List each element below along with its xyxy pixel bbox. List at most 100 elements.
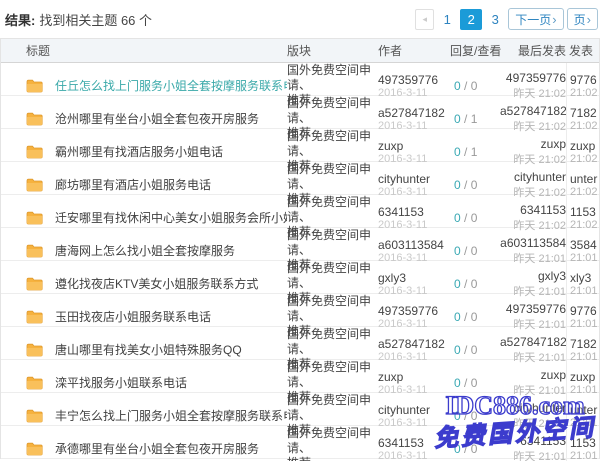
last-post-time-link[interactable]: 昨天 21:01: [500, 415, 566, 431]
header-replies-views: 回复/查看: [450, 42, 500, 59]
last-post-time-link[interactable]: 昨天 21:01: [500, 448, 566, 461]
replies-views-cell: 0 / 1: [450, 112, 500, 126]
author-link[interactable]: zuxp: [378, 139, 450, 153]
last-post-time-link[interactable]: 昨天 21:02: [500, 151, 566, 167]
title-cell: 遵化找夜店KTV美女小姐服务联系方式: [1, 275, 287, 292]
thread-title-link[interactable]: 沧州哪里有坐台小姐全套包夜开房服务: [55, 110, 259, 127]
thread-title-link[interactable]: 霸州哪里有找酒店服务小姐电话: [55, 143, 223, 160]
last-post-author-link[interactable]: a603113584: [500, 236, 566, 250]
header-last-post-clipped: 发表: [566, 42, 599, 59]
table-row: 唐海网上怎么找小姐全套按摩服务 国外免费空间申请、 推荐 a603113584 …: [1, 228, 599, 261]
replies-views-separator: /: [461, 376, 471, 390]
view-count: 0: [471, 178, 478, 192]
reply-count: 0: [454, 409, 461, 423]
author-link[interactable]: a527847182: [378, 337, 450, 351]
thread-title-link[interactable]: 遵化找夜店KTV美女小姐服务联系方式: [55, 275, 258, 292]
author-cell: a603113584 2016-3-11: [378, 238, 450, 264]
last-post-author-link[interactable]: zuxp: [500, 137, 566, 151]
author-link[interactable]: gxly3: [378, 271, 450, 285]
view-count: 1: [471, 112, 478, 126]
replies-views-cell: 0 / 0: [450, 343, 500, 357]
pagination-page-2-active[interactable]: 2: [460, 9, 482, 30]
title-cell: 霸州哪里有找酒店服务小姐电话: [1, 143, 287, 160]
pagination-last-button-clipped[interactable]: 页›: [567, 8, 598, 30]
chevron-right-icon: ›: [552, 12, 556, 27]
last-post-time-link[interactable]: 昨天 21:02: [500, 184, 566, 200]
last-post-author-link[interactable]: 6341153: [500, 434, 566, 448]
clipped-duplicate-cell: 1153 21:01: [566, 426, 599, 461]
last-post-author-link[interactable]: zuxp: [500, 368, 566, 382]
thread-title-link[interactable]: 滦平找服务小姐联系电话: [55, 374, 187, 391]
results-summary-label: 结果:: [5, 13, 35, 28]
title-cell: 沧州哪里有坐台小姐全套包夜开房服务: [1, 110, 287, 127]
replies-views-separator: /: [461, 277, 471, 291]
table-row: 唐山哪里有找美女小姐特殊服务QQ 国外免费空间申请、 推荐 a527847182…: [1, 327, 599, 360]
folder-icon: [26, 409, 43, 423]
author-link[interactable]: cityhunter: [378, 403, 450, 417]
pagination-prev-button[interactable]: ◂: [415, 9, 434, 30]
last-post-time-link[interactable]: 昨天 21:01: [500, 316, 566, 332]
replies-views-separator: /: [461, 178, 471, 192]
post-date: 2016-3-11: [378, 417, 450, 429]
author-link[interactable]: zuxp: [378, 370, 450, 384]
last-post-time-link[interactable]: 昨天 21:02: [500, 217, 566, 233]
forum-link[interactable]: 国外免费空间申请、 推荐: [287, 426, 378, 461]
folder-icon: [26, 178, 43, 192]
post-date: 2016-3-11: [378, 186, 450, 198]
last-post-author-link[interactable]: cityhunter: [500, 170, 566, 184]
last-post-time-link[interactable]: 昨天 21:01: [500, 250, 566, 266]
last-post-cell: a603113584 昨天 21:01: [500, 236, 566, 266]
last-post-author-link[interactable]: gxly3: [500, 269, 566, 283]
replies-views-cell: 0 / 0: [450, 310, 500, 324]
author-link[interactable]: a603113584: [378, 238, 450, 252]
header-last-post: 最后发表: [500, 42, 566, 59]
reply-count: 0: [454, 244, 461, 258]
results-summary-text: 找到相关主题 66 个: [39, 13, 152, 28]
thread-title-link[interactable]: 迁安哪里有找休闲中心美女小姐服务会所小妹联系方式: [55, 209, 287, 226]
thread-title-link[interactable]: 任丘怎么找上门服务小姐全套按摩服务联系电话: [55, 77, 287, 94]
post-date: 2016-3-11: [378, 384, 450, 396]
last-post-cell: zuxp 昨天 21:01: [500, 368, 566, 398]
forum-name-line1: 国外免费空间申请、: [287, 327, 378, 357]
view-count: 1: [471, 145, 478, 159]
thread-title-link[interactable]: 唐山哪里有找美女小姐特殊服务QQ: [55, 341, 242, 358]
title-cell: 迁安哪里有找休闲中心美女小姐服务会所小妹联系方式: [1, 209, 287, 226]
last-post-time-link[interactable]: 昨天 21:02: [500, 85, 566, 101]
author-link[interactable]: 6341153: [378, 436, 450, 450]
pagination-page-1[interactable]: 1: [437, 9, 457, 30]
pagination-next-button[interactable]: 下一页›: [508, 8, 563, 30]
chevron-left-icon: ◂: [423, 14, 428, 25]
clipped-last-post-author: zuxp: [570, 139, 599, 153]
author-cell: 6341153 2016-3-11: [378, 436, 450, 461]
author-link[interactable]: a527847182: [378, 106, 450, 120]
last-post-author-link[interactable]: 497359776: [500, 71, 566, 85]
author-link[interactable]: 497359776: [378, 73, 450, 87]
last-post-author-link[interactable]: a527847182: [500, 335, 566, 349]
table-row: 滦平找服务小姐联系电话 国外免费空间申请、 推荐 zuxp 2016-3-11 …: [1, 360, 599, 393]
author-link[interactable]: cityhunter: [378, 172, 450, 186]
last-post-time-link[interactable]: 昨天 21:01: [500, 283, 566, 299]
thread-title-link[interactable]: 廊坊哪里有酒店小姐服务电话: [55, 176, 211, 193]
last-post-time-link[interactable]: 昨天 21:02: [500, 118, 566, 134]
table-row: 任丘怎么找上门服务小姐全套按摩服务联系电话 国外免费空间申请、 推荐 49735…: [1, 63, 599, 96]
author-link[interactable]: 497359776: [378, 304, 450, 318]
forum-name-line1: 国外免费空间申请、: [287, 228, 378, 258]
thread-title-link[interactable]: 承德哪里有坐台小姐全套包夜开房服务: [55, 440, 259, 457]
last-post-author-link[interactable]: a527847182: [500, 104, 566, 118]
thread-title-link[interactable]: 丰宁怎么找上门服务小姐全套按摩服务联系电话: [55, 407, 287, 424]
table-body: 任丘怎么找上门服务小姐全套按摩服务联系电话 国外免费空间申请、 推荐 49735…: [1, 63, 599, 459]
view-count: 0: [471, 79, 478, 93]
author-cell: cityhunter 2016-3-11: [378, 172, 450, 198]
table-row: 承德哪里有坐台小姐全套包夜开房服务 国外免费空间申请、 推荐 6341153 2…: [1, 426, 599, 459]
last-post-time-link[interactable]: 昨天 21:01: [500, 349, 566, 365]
last-post-author-link[interactable]: cityhunter: [500, 401, 566, 415]
pagination-page-3[interactable]: 3: [485, 9, 505, 30]
thread-title-link[interactable]: 唐海网上怎么找小姐全套按摩服务: [55, 242, 235, 259]
last-post-author-link[interactable]: 497359776: [500, 302, 566, 316]
thread-title-link[interactable]: 玉田找夜店小姐服务联系电话: [55, 308, 211, 325]
author-link[interactable]: 6341153: [378, 205, 450, 219]
last-post-author-link[interactable]: 6341153: [500, 203, 566, 217]
view-count: 0: [471, 244, 478, 258]
last-post-time-link[interactable]: 昨天 21:01: [500, 382, 566, 398]
post-date: 2016-3-11: [378, 87, 450, 99]
